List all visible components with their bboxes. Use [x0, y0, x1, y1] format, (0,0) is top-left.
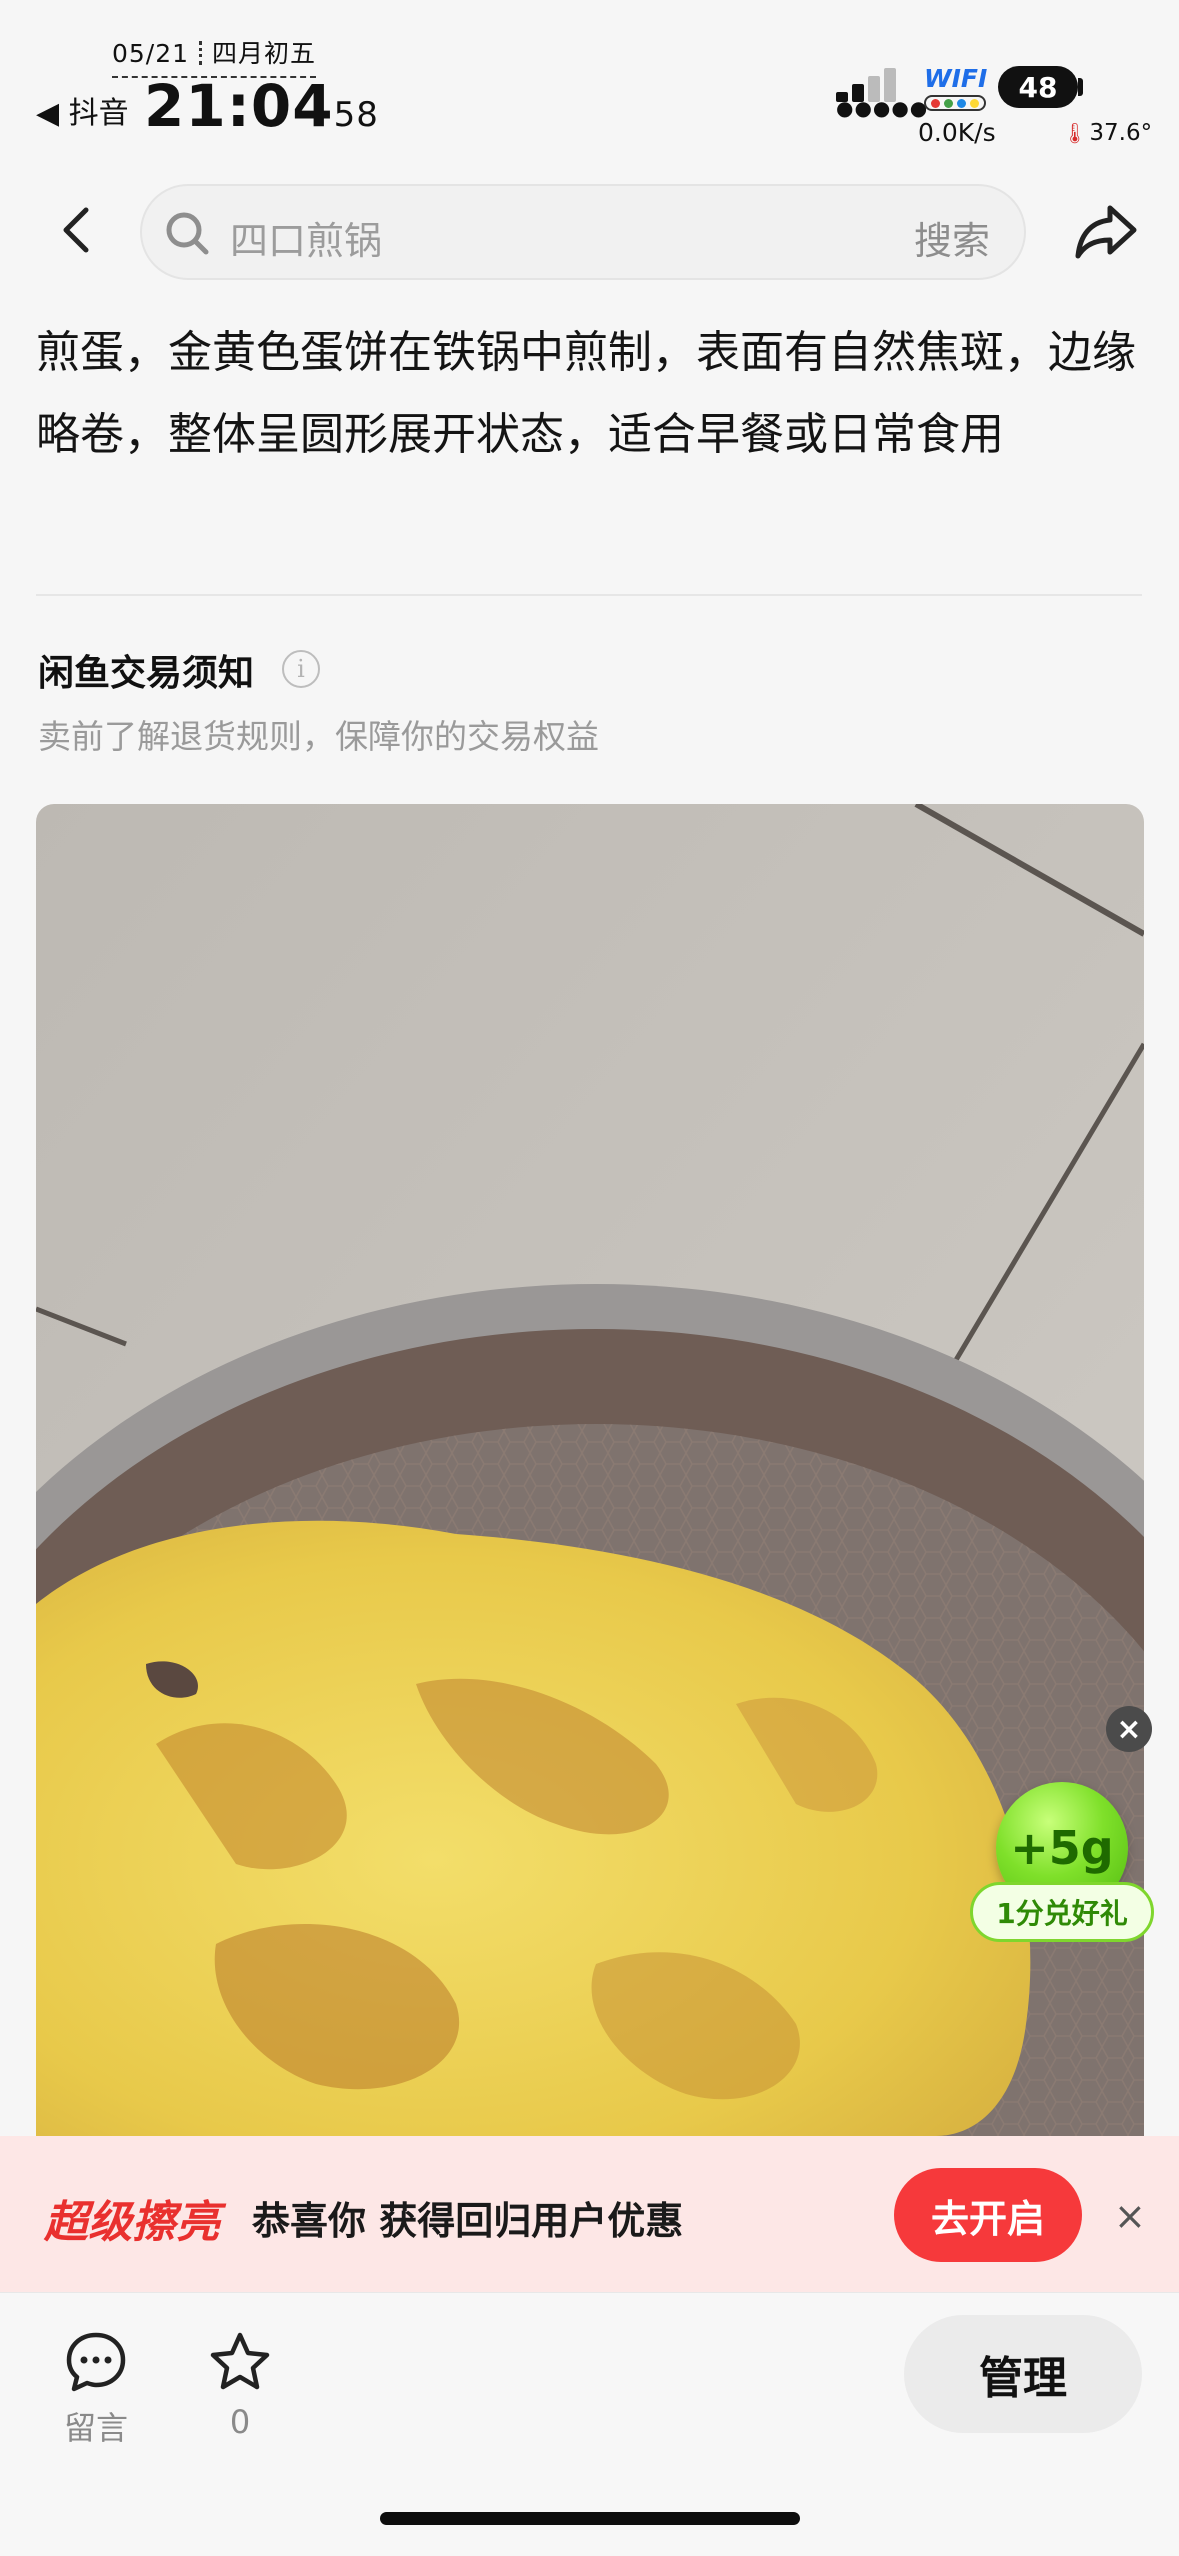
comment-button[interactable]: 留言	[46, 2329, 146, 2449]
trade-notice-subtitle[interactable]: 卖前了解退货规则，保障你的交易权益	[38, 710, 599, 758]
reward-amount: +5g	[1010, 1821, 1114, 1875]
promo-banner[interactable]: 超级擦亮 恭喜你 获得回归用户优惠 去开启 ×	[0, 2136, 1179, 2292]
search-input[interactable]: 四口煎锅	[230, 210, 382, 265]
favorite-button[interactable]: 0	[190, 2329, 290, 2441]
wifi-icon: WIFI	[924, 64, 988, 111]
home-indicator[interactable]	[380, 2512, 800, 2525]
comment-icon	[66, 2332, 126, 2392]
status-bar: 05/21 四月初五 ◀ 抖音 21:0458 ●●●●● WIFI 0.0K/s…	[0, 0, 1179, 170]
network-speed: 0.0K/s	[918, 118, 996, 147]
share-icon[interactable]	[1070, 194, 1142, 266]
reward-close-button[interactable]: ×	[1106, 1706, 1152, 1752]
thermometer-icon: 🌡	[1062, 121, 1088, 145]
favorite-count: 0	[229, 2403, 251, 2441]
comment-label: 留言	[63, 2409, 128, 2447]
omelette-pan-image	[36, 804, 1144, 2136]
date-text: 05/21	[112, 39, 190, 68]
clock: 21:0458	[144, 72, 379, 140]
search-bar[interactable]: 四口煎锅 搜索	[140, 184, 1026, 280]
clock-main: 21:04	[144, 72, 334, 140]
temperature-text: 37.6°	[1089, 120, 1153, 146]
back-to-app-link[interactable]: ◀ 抖音	[36, 88, 129, 132]
top-nav-bar: 四口煎锅 搜索	[0, 170, 1179, 296]
promo-brand: 超级擦亮	[44, 2197, 220, 2248]
info-icon[interactable]: i	[282, 650, 320, 688]
cellular-signal-icon: ●●●●●	[836, 62, 927, 120]
battery-icon: 48	[998, 66, 1078, 108]
lunar-date-text: 四月初五	[212, 39, 317, 68]
back-arrow-icon[interactable]	[52, 200, 102, 260]
manage-button[interactable]: 管理	[904, 2315, 1142, 2433]
temperature-indicator: 🌡37.6°	[1062, 120, 1152, 146]
clock-seconds: 58	[333, 95, 379, 135]
wifi-label: WIFI	[924, 64, 988, 93]
reward-redeem-label[interactable]: 1分兑好礼	[970, 1882, 1154, 1942]
promo-open-button[interactable]: 去开启	[894, 2168, 1082, 2262]
search-icon	[166, 212, 209, 255]
star-icon	[210, 2332, 270, 2390]
product-photo[interactable]	[36, 804, 1144, 2136]
promo-close-icon[interactable]: ×	[1114, 2194, 1146, 2238]
search-button[interactable]: 搜索	[914, 210, 990, 265]
promo-text: 恭喜你 获得回归用户优惠	[252, 2199, 684, 2243]
battery-level: 48	[1018, 70, 1058, 104]
divider	[36, 594, 1142, 596]
item-description: 煎蛋，金黄色蛋饼在铁锅中煎制，表面有自然焦斑，边缘略卷，整体呈圆形展开状态，适合…	[36, 327, 1136, 460]
trade-notice-title[interactable]: 闲鱼交易须知	[38, 644, 254, 696]
